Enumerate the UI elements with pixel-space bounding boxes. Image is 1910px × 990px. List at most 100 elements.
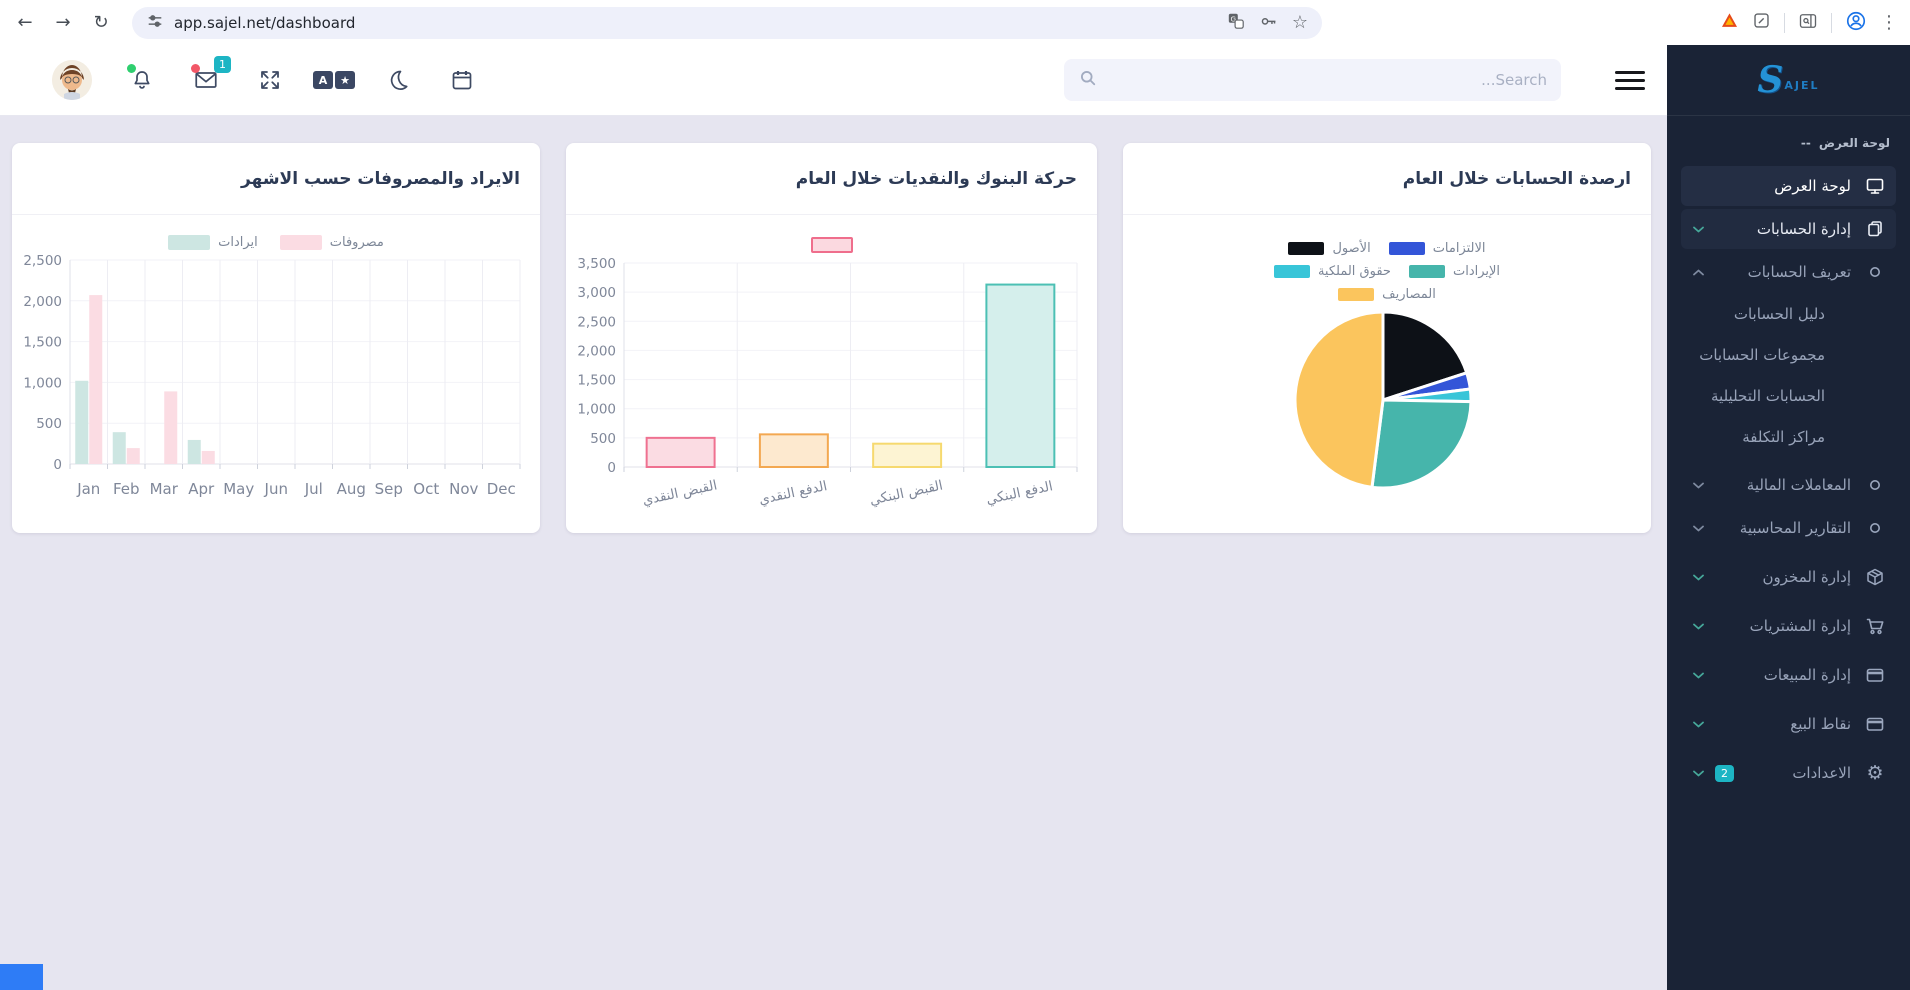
profile-icon[interactable] xyxy=(1845,10,1867,36)
revenue-expense-chart[interactable]: 05001,0001,5002,0002,500JanFebMarAprMayJ… xyxy=(24,250,528,512)
sidebar-subitem[interactable]: الحسابات التحليلية xyxy=(1681,377,1896,415)
sidebar-item[interactable]: إدارة المشتريات xyxy=(1681,606,1896,646)
extension-outline-icon[interactable] xyxy=(1752,11,1771,34)
messages-envelope-icon[interactable]: 1 xyxy=(192,66,220,94)
svg-text:القبض النقدي: القبض النقدي xyxy=(641,477,719,508)
notifications-bell-icon[interactable] xyxy=(128,66,156,94)
site-info-icon[interactable] xyxy=(146,12,164,34)
pages-icon xyxy=(1864,219,1886,239)
sidebar-item-label: نقاط البيع xyxy=(1790,715,1851,733)
hamburger-menu-icon[interactable] xyxy=(1615,71,1645,90)
sidebar-item-label: المعاملات المالية xyxy=(1747,476,1851,494)
legend-item[interactable]: الإيرادات xyxy=(1409,264,1500,279)
sidebar-item-label: التقارير المحاسبية xyxy=(1740,519,1851,537)
top-navbar: 1 A★ xyxy=(0,45,1667,116)
sidebar-item[interactable]: التقارير المحاسبية xyxy=(1681,508,1896,548)
card-icon xyxy=(1864,714,1886,734)
svg-text:Mar: Mar xyxy=(150,480,179,498)
legend-item[interactable]: المصاريف xyxy=(1338,287,1436,302)
svg-text:2,000: 2,000 xyxy=(578,343,616,359)
sidebar-item[interactable]: نقاط البيع xyxy=(1681,704,1896,744)
card-header: الايراد والمصروفات حسب الاشهر xyxy=(12,143,540,215)
reload-icon[interactable]: ↻ xyxy=(84,6,118,40)
online-dot xyxy=(127,64,136,73)
legend-label: الإيرادات xyxy=(1453,264,1500,279)
sidebar-subitem-label: مجموعات الحسابات xyxy=(1699,346,1825,364)
legend-item[interactable]: ايرادات xyxy=(168,235,258,250)
dark-mode-moon-icon[interactable] xyxy=(384,66,412,94)
circle-icon xyxy=(1864,479,1886,491)
url-bar[interactable]: app.sajel.net/dashboard G ☆ xyxy=(132,7,1322,39)
search-input[interactable] xyxy=(1108,71,1547,89)
svg-text:May: May xyxy=(223,480,254,498)
legend-item[interactable]: الأصول xyxy=(1288,241,1370,256)
legend-swatch xyxy=(1288,242,1324,255)
svg-text:Sep: Sep xyxy=(375,480,403,498)
bank-cash-chart[interactable]: 05001,0001,5002,0002,5003,0003,500القبض … xyxy=(578,253,1085,515)
sidebar-menu: لوحة العرضإدارة الحساباتتعريف الحسابات دل… xyxy=(1681,166,1896,793)
svg-text:1,000: 1,000 xyxy=(578,402,616,418)
sidebar-item[interactable]: إدارة المخزون xyxy=(1681,557,1896,597)
card-title: حركة البنوك والنقديات خلال العام xyxy=(796,169,1077,189)
legend-swatch xyxy=(1338,288,1374,301)
dashboard-content: الايراد والمصروفات حسب الاشهر ايرادات مصر… xyxy=(0,116,1667,990)
sidebar-subitem-label: الحسابات التحليلية xyxy=(1711,387,1825,405)
balances-card: ارصدة الحسابات خلال العام الأصول الالتزام… xyxy=(1123,143,1651,533)
legend-item[interactable]: الالتزامات xyxy=(1389,241,1486,256)
chart-legend: ايرادات مصروفات xyxy=(24,235,528,250)
chevron-down-icon xyxy=(1693,482,1707,489)
svg-text:Jan: Jan xyxy=(76,480,100,498)
svg-text:الدفع النقدي: الدفع النقدي xyxy=(757,478,828,508)
chevron-down-icon xyxy=(1693,770,1707,777)
balances-pie-chart[interactable] xyxy=(1135,302,1639,502)
gear-icon: ⚙ xyxy=(1864,764,1886,783)
sidebar-item[interactable]: 2الاعدادات⚙ xyxy=(1681,753,1896,793)
card-header: حركة البنوك والنقديات خلال العام xyxy=(566,143,1097,215)
app-logo[interactable]: S AJEL xyxy=(1667,45,1910,116)
card-icon xyxy=(1864,665,1886,685)
back-icon[interactable]: ← xyxy=(8,6,42,40)
legend-marker[interactable] xyxy=(811,237,853,253)
extension-colored-icon[interactable] xyxy=(1720,11,1739,34)
sidebar-subitem[interactable]: مجموعات الحسابات xyxy=(1681,336,1896,374)
svg-text:500: 500 xyxy=(590,431,616,447)
legend-label: حقوق الملكية xyxy=(1318,264,1391,279)
sidebar-subitem-label: مراكز التكلفة xyxy=(1742,428,1825,446)
sidebar-item[interactable]: لوحة العرض xyxy=(1681,166,1896,206)
box-icon xyxy=(1864,567,1886,587)
legend-item[interactable]: مصروفات xyxy=(280,235,384,250)
search-box[interactable] xyxy=(1064,59,1561,101)
side-panel-icon[interactable] xyxy=(1798,11,1818,35)
message-count-badge: 1 xyxy=(214,56,231,73)
sidebar-item[interactable]: تعريف الحسابات xyxy=(1681,252,1896,292)
password-key-icon[interactable] xyxy=(1259,11,1278,34)
sidebar-item-label: إدارة المبيعات xyxy=(1764,666,1851,684)
svg-text:Aug: Aug xyxy=(337,480,366,498)
bookmark-star-icon[interactable]: ☆ xyxy=(1292,12,1308,33)
sidebar-item[interactable]: المعاملات المالية xyxy=(1681,465,1896,505)
calendar-icon[interactable] xyxy=(448,66,476,94)
svg-text:0: 0 xyxy=(53,457,62,473)
sidebar-subitem[interactable]: مراكز التكلفة xyxy=(1681,418,1896,456)
chevron-down-icon xyxy=(1693,623,1707,630)
sidebar-subitem-label: دليل الحسابات xyxy=(1734,305,1825,323)
svg-text:Jun: Jun xyxy=(264,480,288,498)
chevron-down-icon xyxy=(1693,672,1707,679)
page-translate-icon[interactable]: G xyxy=(1227,12,1245,34)
avatar[interactable] xyxy=(52,60,92,100)
browser-menu-icon[interactable]: ⋮ xyxy=(1880,12,1898,33)
bank-cash-card: حركة البنوك والنقديات خلال العام 05001,0… xyxy=(566,143,1097,533)
forward-icon[interactable]: → xyxy=(46,6,80,40)
legend-swatch xyxy=(280,235,322,250)
url-text[interactable]: app.sajel.net/dashboard xyxy=(174,14,1217,32)
sidebar-item[interactable]: إدارة الحسابات xyxy=(1681,209,1896,249)
chevron-down-icon xyxy=(1693,226,1707,233)
sidebar-subitem[interactable]: دليل الحسابات xyxy=(1681,295,1896,333)
card-title: الايراد والمصروفات حسب الاشهر xyxy=(241,169,520,189)
legend-item[interactable]: حقوق الملكية xyxy=(1274,264,1391,279)
language-translate-icon[interactable]: A★ xyxy=(320,66,348,94)
card-header: ارصدة الحسابات خلال العام xyxy=(1123,143,1651,215)
sidebar-item[interactable]: إدارة المبيعات xyxy=(1681,655,1896,695)
fullscreen-expand-icon[interactable] xyxy=(256,66,284,94)
chevron-down-icon xyxy=(1693,574,1707,581)
